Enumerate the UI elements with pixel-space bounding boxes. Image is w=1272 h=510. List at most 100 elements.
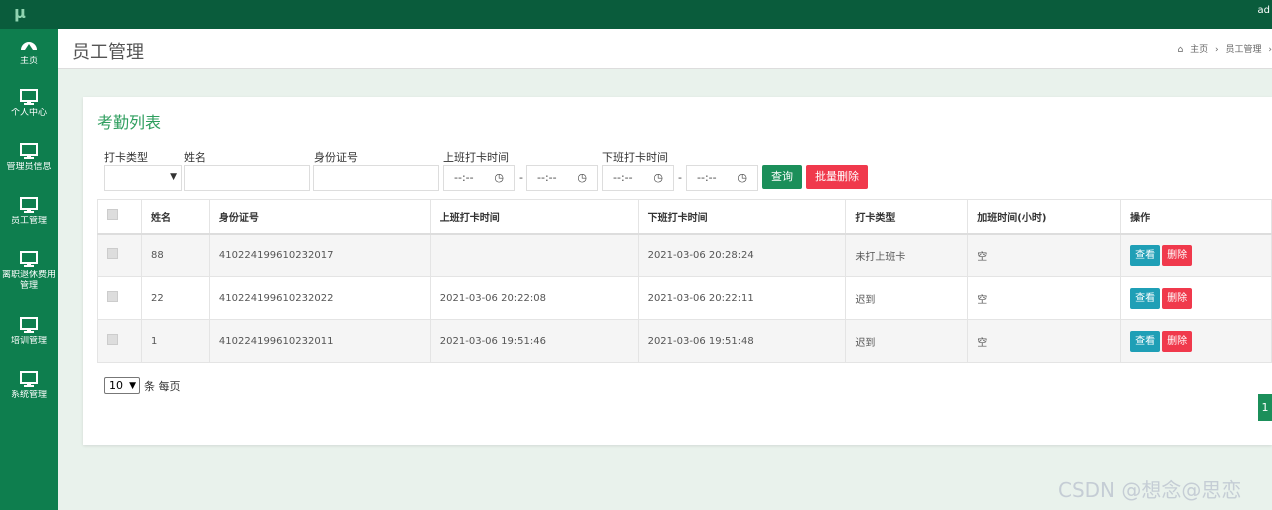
overtime-cell: 空 [967, 276, 1122, 320]
name-cell: 22 [140, 276, 210, 320]
table-row: 88 410224199610232017 2021-03-06 20:28:2… [97, 233, 1272, 277]
table-row: 22 410224199610232022 2021-03-06 20:22:0… [97, 276, 1272, 320]
column-header: 身份证号 [208, 199, 431, 235]
delete-button[interactable]: 删除 [1162, 244, 1193, 266]
monitor-icon [20, 143, 38, 159]
chevron-down-icon: ▼ [129, 381, 136, 391]
actions-cell: 查看 删除 [1120, 276, 1272, 320]
sidebar-item-profile[interactable]: 个人中心 [0, 89, 58, 119]
range-separator: - [519, 171, 523, 184]
pagination-page-1[interactable]: 1 [1258, 394, 1272, 421]
id-input[interactable] [313, 165, 439, 191]
monitor-icon [20, 371, 38, 387]
sidebar-item-label: 个人中心 [10, 108, 47, 118]
batch-delete-button[interactable]: 批量删除 [806, 165, 868, 189]
page-title: 员工管理 [72, 42, 144, 63]
sidebar-item-label: 员工管理 [10, 216, 47, 226]
row-checkbox[interactable] [107, 291, 118, 302]
monitor-icon [20, 317, 38, 333]
column-header: 加班时间(小时) [967, 199, 1122, 235]
attendance-table: 姓名 身份证号 上班打卡时间 下班打卡时间 打卡类型 加班时间(小时) 操作 8… [97, 199, 1272, 363]
on-time-start-input[interactable]: --:-- ◷ [443, 165, 515, 191]
off-time-cell: 2021-03-06 20:22:11 [637, 276, 847, 320]
home-icon: ⌂ [1177, 45, 1184, 55]
logo: μ [14, 3, 26, 22]
name-cell: 1 [140, 319, 210, 363]
off-time-end-input[interactable]: --:-- ◷ [686, 165, 758, 191]
sidebar-item-label: 离职退休费用管理 [1, 270, 56, 291]
breadcrumb-current[interactable]: 员工管理 [1226, 45, 1262, 55]
actions-cell: 查看 删除 [1120, 319, 1272, 363]
type-cell: 未打上班卡 [845, 233, 969, 277]
sidebar-item-home[interactable]: 主页 [0, 37, 58, 67]
breadcrumb-separator: › [1268, 45, 1272, 55]
off-time-start-input[interactable]: --:-- ◷ [602, 165, 674, 191]
per-page-label: 条 每页 [144, 380, 181, 393]
sidebar-item-system[interactable]: 系统管理 [0, 371, 58, 401]
table-header-row: 姓名 身份证号 上班打卡时间 下班打卡时间 打卡类型 加班时间(小时) 操作 [97, 199, 1272, 235]
clock-icon: ◷ [737, 171, 747, 184]
actions-cell: 查看 删除 [1120, 233, 1272, 277]
sidebar-item-label: 系统管理 [10, 390, 47, 400]
on-time-end-input[interactable]: --:-- ◷ [526, 165, 598, 191]
row-select-cell [97, 233, 142, 277]
name-cell: 88 [140, 233, 210, 277]
delete-button[interactable]: 删除 [1162, 287, 1193, 309]
type-filter-label: 打卡类型 [104, 151, 148, 164]
name-input[interactable] [184, 165, 310, 191]
off-time-cell: 2021-03-06 19:51:48 [637, 319, 847, 363]
on-time-cell: 2021-03-06 20:22:08 [429, 276, 639, 320]
monitor-icon [20, 89, 38, 105]
page-header: 员工管理 ⌂ 主页 › 员工管理 › [58, 29, 1272, 69]
off-time-filter-label: 下班打卡时间 [602, 151, 668, 164]
breadcrumb-separator: › [1215, 45, 1219, 55]
type-cell: 迟到 [845, 276, 969, 320]
type-cell: 迟到 [845, 319, 969, 363]
view-button[interactable]: 查看 [1130, 244, 1161, 266]
column-header: 操作 [1120, 199, 1272, 235]
view-button[interactable]: 查看 [1130, 330, 1161, 352]
on-time-cell: 2021-03-06 19:51:46 [429, 319, 639, 363]
overtime-cell: 空 [967, 319, 1122, 363]
page-size-select[interactable]: 10 ▼ [104, 377, 140, 394]
breadcrumb-home[interactable]: 主页 [1190, 45, 1208, 55]
monitor-icon [20, 251, 38, 267]
name-filter-label: 姓名 [184, 151, 206, 164]
sidebar-item-admin[interactable]: 管理员信息 [0, 143, 58, 173]
delete-button[interactable]: 删除 [1162, 330, 1193, 352]
range-separator: - [678, 171, 682, 184]
chevron-down-icon: ▼ [170, 172, 177, 182]
query-button[interactable]: 查询 [762, 165, 802, 189]
type-select[interactable]: ▼ [104, 165, 182, 191]
clock-icon: ◷ [653, 171, 663, 184]
attendance-card: 考勤列表 打卡类型 ▼ 姓名 身份证号 上班打卡时间 --:-- ◷ - --:… [83, 97, 1272, 445]
column-header: 打卡类型 [845, 199, 969, 235]
id-cell: 410224199610232022 [208, 276, 431, 320]
dashboard-icon [21, 42, 37, 51]
select-all-cell [97, 199, 142, 235]
row-checkbox[interactable] [107, 334, 118, 345]
id-cell: 410224199610232011 [208, 319, 431, 363]
overtime-cell: 空 [967, 233, 1122, 277]
sidebar-item-training[interactable]: 培训管理 [0, 317, 58, 347]
sidebar-item-retirement[interactable]: 离职退休费用管理 [0, 251, 58, 292]
sidebar: 主页 个人中心 管理员信息 员工管理 离职退休费用管理 培训管理 系统管理 [0, 29, 58, 510]
top-bar: μ ad [0, 0, 1272, 29]
watermark: CSDN @想念@思恋 [1058, 478, 1242, 502]
row-select-cell [97, 276, 142, 320]
id-filter-label: 身份证号 [314, 151, 358, 164]
sidebar-item-label: 主页 [19, 56, 38, 66]
sidebar-item-label: 培训管理 [10, 336, 47, 346]
sidebar-item-label: 管理员信息 [6, 162, 52, 172]
card-title: 考勤列表 [97, 113, 162, 132]
monitor-icon [20, 197, 38, 213]
clock-icon: ◷ [577, 171, 587, 184]
view-button[interactable]: 查看 [1130, 287, 1161, 309]
column-header: 下班打卡时间 [637, 199, 847, 235]
select-all-checkbox[interactable] [107, 209, 118, 221]
admin-user[interactable]: ad [1258, 0, 1272, 29]
sidebar-item-staff[interactable]: 员工管理 [0, 197, 58, 227]
id-cell: 410224199610232017 [208, 233, 431, 277]
table-row: 1 410224199610232011 2021-03-06 19:51:46… [97, 319, 1272, 363]
row-checkbox[interactable] [107, 248, 118, 260]
